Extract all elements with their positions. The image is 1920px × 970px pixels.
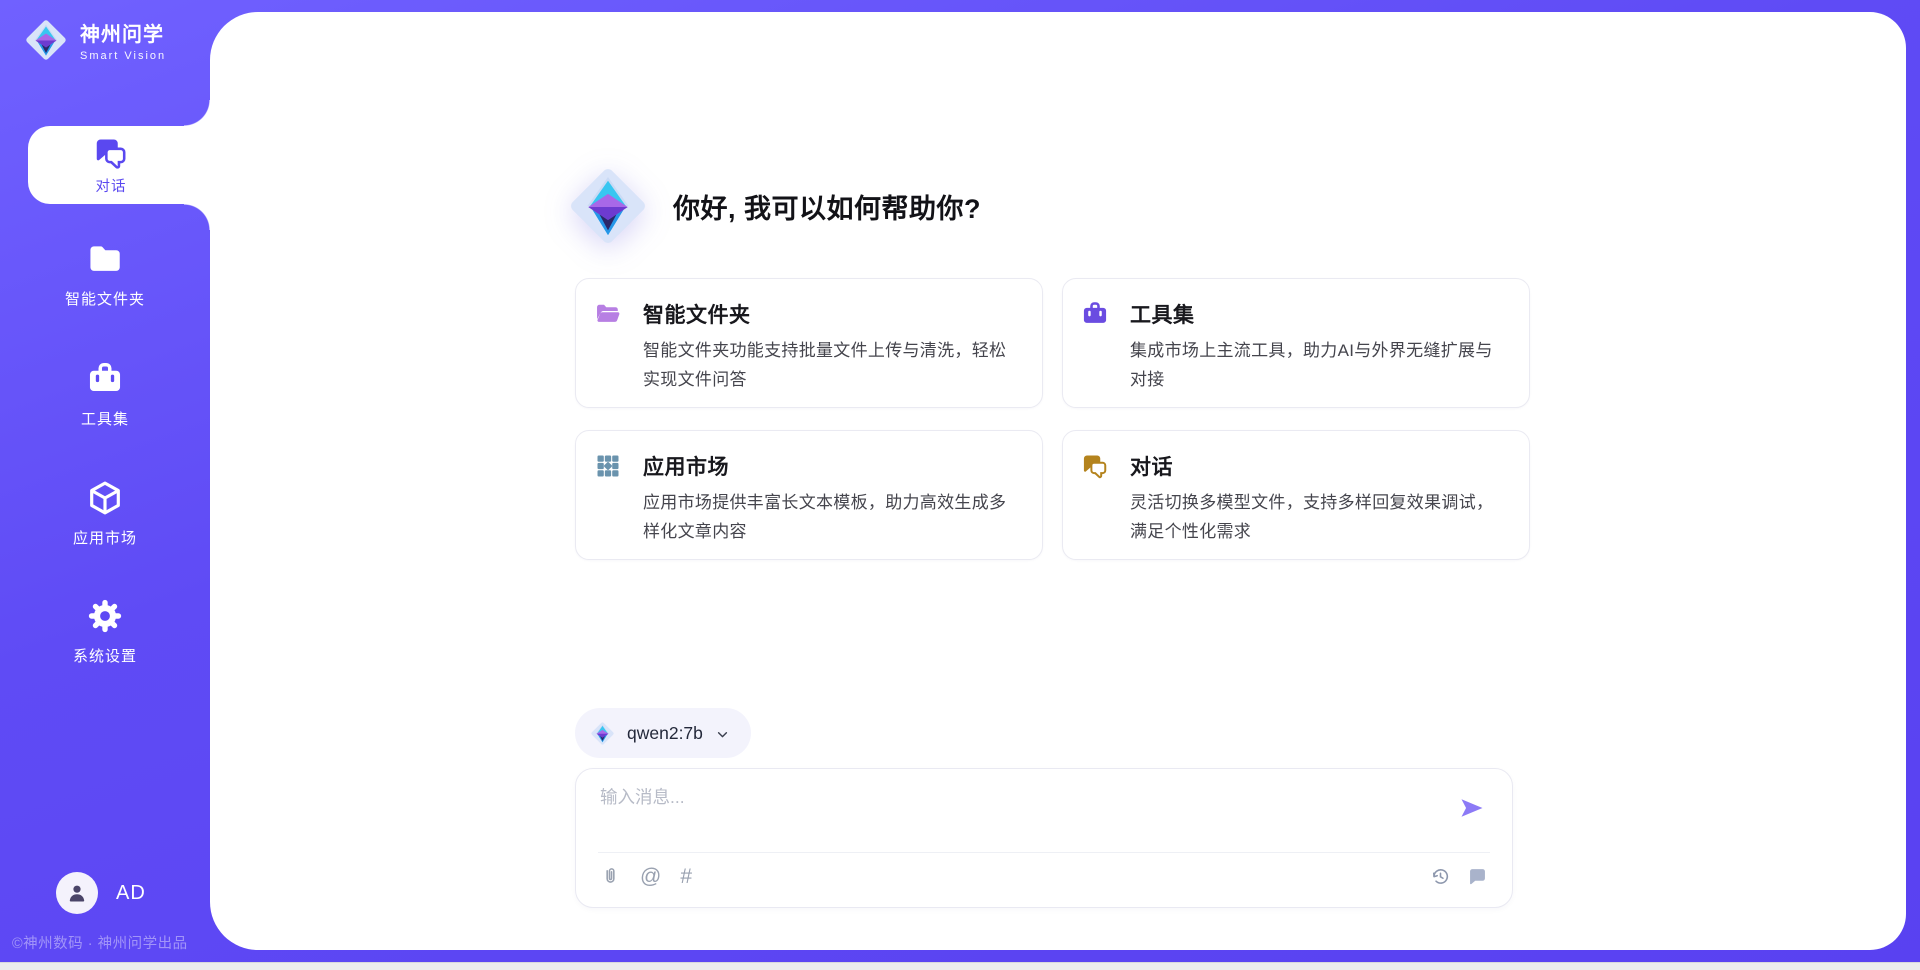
- chat-icon: [93, 135, 129, 171]
- card-toolset[interactable]: 工具集 集成市场上主流工具，助力AI与外界无缝扩展与对接: [1062, 278, 1530, 408]
- person-icon: [65, 881, 89, 905]
- chat-bubble-icon: [1467, 866, 1488, 887]
- assistant-logo-icon: [563, 161, 653, 251]
- sidebar-item-label: 智能文件夹: [0, 288, 210, 309]
- hash-icon: #: [680, 866, 692, 887]
- sidebar-item-label: 对话: [96, 175, 127, 196]
- sidebar-item-label: 工具集: [0, 408, 210, 429]
- card-header: 工具集: [1081, 299, 1511, 329]
- card-header: 应用市场: [594, 451, 1024, 481]
- card-header: 对话: [1081, 451, 1511, 481]
- send-plane-icon: [1458, 794, 1486, 822]
- sidebar-item-label: 系统设置: [0, 645, 210, 666]
- briefcase-icon: [1081, 300, 1109, 328]
- bottom-edge-strip: [0, 962, 1920, 970]
- app-window: 神州问学 Smart Vision 对话 智能文件夹 工具集 应用市场 系统设置…: [0, 0, 1920, 970]
- sidebar-item-label: 应用市场: [0, 527, 210, 548]
- cube-icon: [86, 479, 124, 517]
- card-description: 应用市场提供丰富长文本模板，助力高效生成多样化文章内容: [643, 488, 1014, 546]
- card-title: 应用市场: [643, 451, 729, 481]
- brand-name: 神州问学: [80, 18, 166, 47]
- model-name: qwen2:7b: [627, 723, 703, 744]
- grid-icon: [594, 452, 622, 480]
- folder-open-icon: [594, 300, 622, 328]
- topic-button[interactable]: #: [680, 866, 692, 887]
- chat-icon: [1081, 452, 1109, 480]
- paperclip-icon: [600, 866, 621, 887]
- brand-text: 神州问学 Smart Vision: [80, 18, 166, 62]
- history-button[interactable]: [1430, 866, 1451, 887]
- feature-cards: 智能文件夹 智能文件夹功能支持批量文件上传与清洗，轻松实现文件问答 工具集 集成…: [575, 278, 1530, 560]
- greeting-title: 你好, 我可以如何帮助你?: [673, 187, 981, 226]
- card-title: 智能文件夹: [643, 299, 751, 329]
- sidebar-item-app-market[interactable]: 应用市场: [0, 479, 210, 548]
- send-button[interactable]: [1458, 794, 1486, 822]
- mention-button[interactable]: @: [640, 866, 661, 887]
- sidebar-item-settings[interactable]: 系统设置: [0, 597, 210, 666]
- model-logo-icon: [589, 720, 616, 747]
- at-icon: @: [640, 866, 661, 887]
- user-initials: AD: [116, 882, 146, 905]
- brand: 神州问学 Smart Vision: [22, 16, 166, 64]
- card-title: 工具集: [1130, 299, 1195, 329]
- message-composer: @ #: [575, 768, 1513, 908]
- card-description: 智能文件夹功能支持批量文件上传与清洗，轻松实现文件问答: [643, 336, 1014, 394]
- chevron-down-icon: [714, 726, 731, 743]
- conversation-button[interactable]: [1467, 866, 1488, 887]
- composer-divider: [598, 852, 1490, 853]
- brand-subtitle: Smart Vision: [80, 50, 166, 62]
- sidebar-item-smart-folder[interactable]: 智能文件夹: [0, 240, 210, 309]
- copyright-text: ©神州数码 · 神州问学出品: [12, 932, 188, 953]
- card-header: 智能文件夹: [594, 299, 1024, 329]
- sidebar-item-toolset[interactable]: 工具集: [0, 360, 210, 429]
- composer-tools-left: @ #: [600, 866, 692, 887]
- message-input[interactable]: [600, 784, 1442, 842]
- composer-tools-right: [1430, 866, 1488, 887]
- card-chat[interactable]: 对话 灵活切换多模型文件，支持多样回复效果调试，满足个性化需求: [1062, 430, 1530, 560]
- avatar: [56, 872, 98, 914]
- welcome-header: 你好, 我可以如何帮助你?: [563, 160, 981, 252]
- card-description: 灵活切换多模型文件，支持多样回复效果调试，满足个性化需求: [1130, 488, 1501, 546]
- attach-file-button[interactable]: [600, 866, 621, 887]
- card-description: 集成市场上主流工具，助力AI与外界无缝扩展与对接: [1130, 336, 1501, 394]
- briefcase-icon: [86, 360, 124, 398]
- card-title: 对话: [1130, 451, 1173, 481]
- model-selector[interactable]: qwen2:7b: [575, 708, 751, 758]
- card-smart-folder[interactable]: 智能文件夹 智能文件夹功能支持批量文件上传与清洗，轻松实现文件问答: [575, 278, 1043, 408]
- gear-icon: [86, 597, 124, 635]
- user-account[interactable]: AD: [56, 872, 146, 914]
- folder-icon: [86, 240, 124, 278]
- sidebar-item-chat[interactable]: 对话: [28, 126, 210, 204]
- history-clock-icon: [1430, 866, 1451, 887]
- brand-logo-icon: [22, 16, 70, 64]
- card-app-market[interactable]: 应用市场 应用市场提供丰富长文本模板，助力高效生成多样化文章内容: [575, 430, 1043, 560]
